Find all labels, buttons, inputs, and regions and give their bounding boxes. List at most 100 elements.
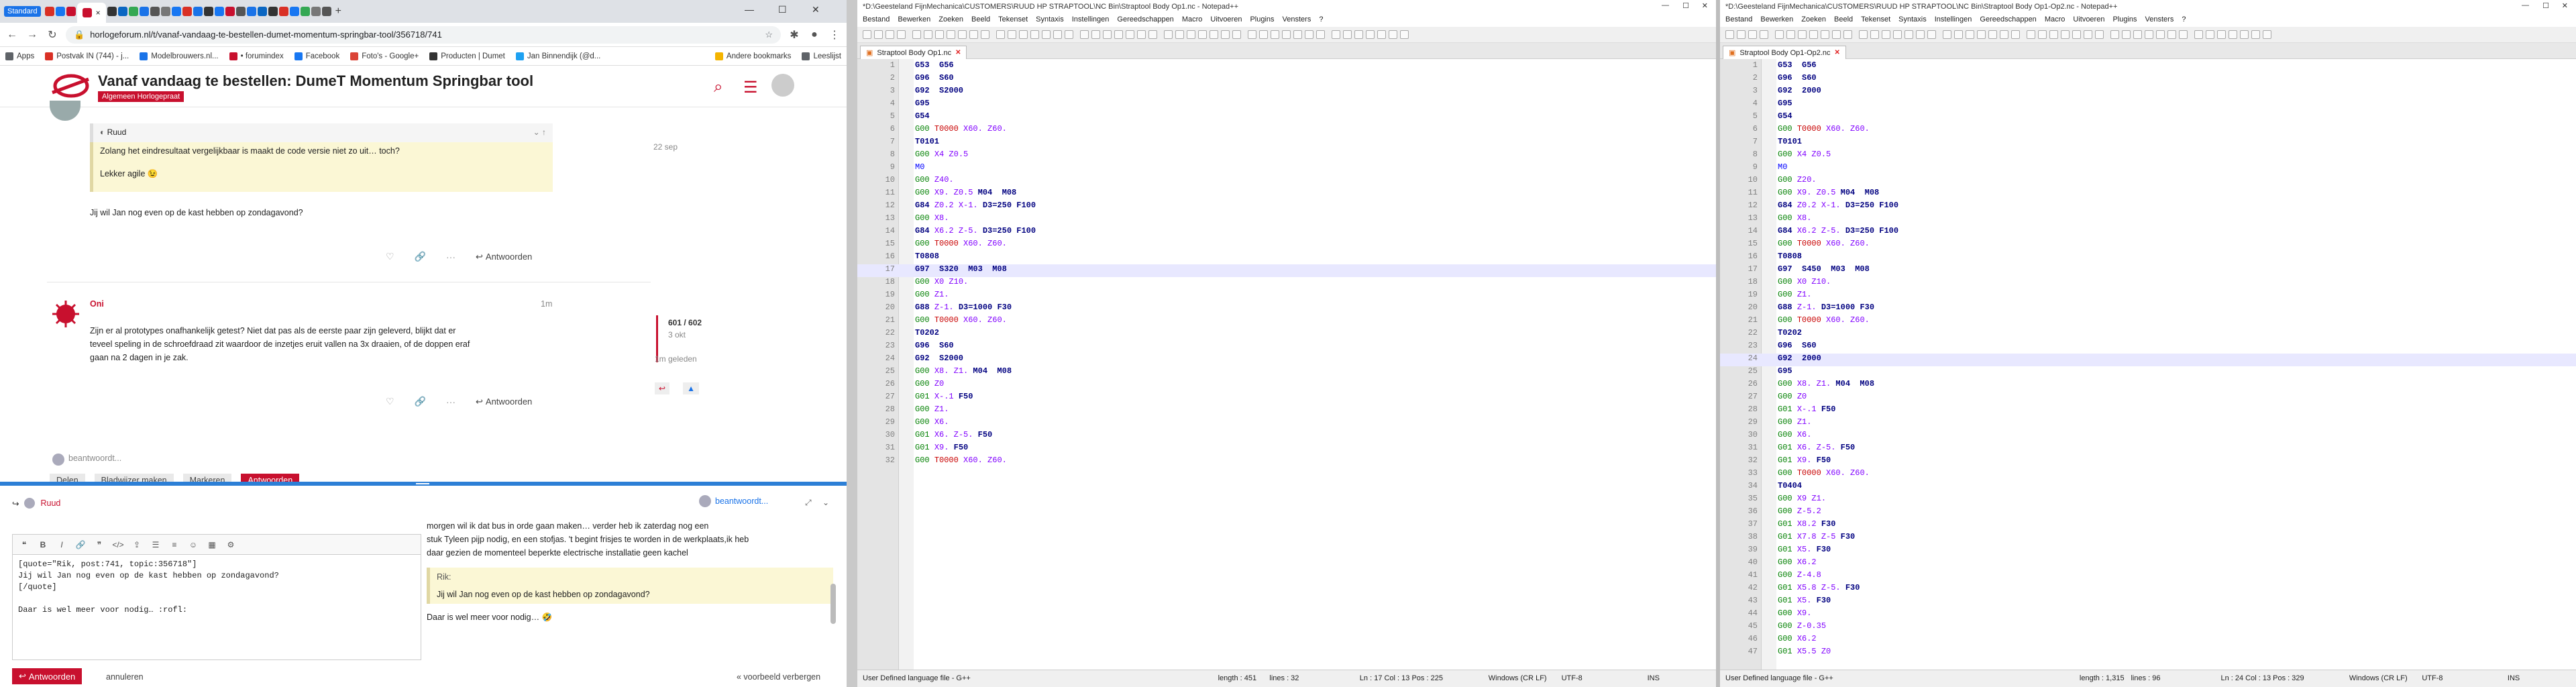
code-line[interactable]: 3 G92 2000 [1720, 86, 2576, 99]
code-line[interactable]: 45 G00 Z-0.35 [1720, 621, 2576, 634]
toolbar-button-icon[interactable] [1354, 30, 1363, 39]
toolbar-button-icon[interactable] [1030, 30, 1039, 39]
tab-icon[interactable] [225, 7, 235, 16]
toolbar-button-icon[interactable] [1042, 30, 1051, 39]
menu-item[interactable]: Syntaxis [1036, 15, 1064, 25]
reply-button[interactable]: ↩ Antwoorden [476, 397, 532, 407]
menu-item[interactable]: Macro [2045, 15, 2065, 25]
toolbar-button-icon[interactable] [1893, 30, 1902, 39]
code-line[interactable]: 1 G53 G56 [1720, 60, 2576, 73]
code-line[interactable]: 24 G92 2000 [1720, 354, 2576, 366]
toolbar-button-icon[interactable] [2049, 30, 2058, 39]
menu-item[interactable]: Instellingen [1072, 15, 1110, 25]
code-line[interactable]: 27 G00 Z0 [1720, 392, 2576, 405]
toolbar-button-icon[interactable] [2206, 30, 2214, 39]
menu-item[interactable]: Bestand [863, 15, 890, 25]
emoji-icon[interactable]: ☺ [187, 540, 199, 549]
tab-icon[interactable] [182, 7, 192, 16]
minimize-icon[interactable]: — [2522, 1, 2529, 9]
toolbar-button-icon[interactable] [1798, 30, 1807, 39]
menu-item[interactable]: Plugins [1250, 15, 1274, 25]
code-line[interactable]: 26 G00 Z0 [857, 379, 1716, 392]
code-line[interactable]: 15 G00 T0000 X60. Z60. [857, 239, 1716, 252]
menu-item[interactable]: ? [1319, 15, 1323, 25]
new-tab-plus-icon[interactable]: + [335, 5, 341, 17]
code-line[interactable]: 27 G01 X-.1 F50 [857, 392, 1716, 405]
toolbar-button-icon[interactable] [2240, 30, 2249, 39]
composer-drag-handle[interactable] [416, 483, 429, 484]
toolbar-button-icon[interactable] [1126, 30, 1134, 39]
toolbar-button-icon[interactable] [1966, 30, 1974, 39]
toolbar-button-icon[interactable] [2027, 30, 2035, 39]
code-line[interactable]: 36 G00 Z-5.2 [1720, 507, 2576, 519]
bookmark-item[interactable]: Modelbrouwers.nl... [140, 52, 219, 60]
code-line[interactable]: 22 T0202 [857, 328, 1716, 341]
tab-icon[interactable] [150, 7, 160, 16]
toolbar-button-icon[interactable] [2038, 30, 2047, 39]
toolbar-button-icon[interactable] [1282, 30, 1291, 39]
code-line[interactable]: 6 G00 T0000 X60. Z60. [857, 124, 1716, 137]
code-line[interactable]: 42 G01 X5.8 Z-5. F30 [1720, 583, 2576, 596]
minimize-icon[interactable]: — [745, 4, 754, 15]
code-line[interactable]: 9 M0 [1720, 162, 2576, 175]
menu-item[interactable]: Zoeken [1801, 15, 1826, 25]
code-line[interactable]: 16 T0808 [857, 252, 1716, 264]
timeline-jump-icon[interactable]: ▲ [683, 382, 699, 394]
toolbar-button-icon[interactable] [1366, 30, 1375, 39]
code-line[interactable]: 7 T0101 [1720, 137, 2576, 150]
toolbar-button-icon[interactable] [1053, 30, 1062, 39]
bookmark-item[interactable]: Leeslijst [802, 52, 841, 60]
toolbar-button-icon[interactable] [1293, 30, 1302, 39]
toolbar-button-icon[interactable] [2263, 30, 2271, 39]
menu-item[interactable]: Syntaxis [1898, 15, 1927, 25]
menu-item[interactable]: Beeld [971, 15, 990, 25]
code-line[interactable]: 3 G92 S2000 [857, 86, 1716, 99]
code-line[interactable]: 4 G95 [1720, 99, 2576, 111]
toolbar-button-icon[interactable] [1137, 30, 1146, 39]
toolbar-button-icon[interactable] [2156, 30, 2165, 39]
bookmark-item[interactable]: Foto's - Google+ [350, 52, 419, 60]
code-line[interactable]: 41 G00 Z-4.8 [1720, 570, 2576, 583]
tab-icon[interactable] [278, 7, 288, 16]
code-line[interactable]: 32 G00 T0000 X60. Z60. [857, 456, 1716, 468]
tab-icon[interactable] [311, 7, 321, 16]
forum-logo-icon[interactable] [50, 72, 91, 99]
date-icon[interactable]: ▦ [206, 540, 218, 549]
menu-item[interactable]: Tekenset [1861, 15, 1890, 25]
tab-close-icon[interactable]: × [96, 8, 101, 17]
like-heart-icon[interactable]: ♡ [386, 251, 394, 262]
tab-icon[interactable] [246, 7, 256, 16]
star-icon[interactable]: ☆ [765, 30, 773, 40]
code-line[interactable]: 22 T0202 [1720, 328, 2576, 341]
code-line[interactable]: 11 G00 X9. Z0.5 M04 M08 [857, 188, 1716, 201]
facebook-tab-icon[interactable] [55, 7, 65, 16]
code-editor[interactable]: 1 G53 G56 2 G96 S60 3 G92 S2000 4 G95 5 G54 6 G00 T… [857, 59, 1716, 670]
toolbar-button-icon[interactable] [885, 30, 894, 39]
toolbar-button-icon[interactable] [1271, 30, 1279, 39]
timeline-position[interactable]: 601 / 602 [668, 318, 702, 327]
toolbar-button-icon[interactable] [1248, 30, 1256, 39]
menu-item[interactable]: Vensters [2145, 15, 2174, 25]
toolbar-button-icon[interactable] [2194, 30, 2203, 39]
bookmark-item[interactable]: Producten | Dumet [429, 52, 505, 60]
code-line[interactable]: 4 G95 [857, 99, 1716, 111]
toolbar-button-icon[interactable] [1916, 30, 1925, 39]
toolbar-button-icon[interactable] [2122, 30, 2131, 39]
toolbar-button-icon[interactable] [947, 30, 955, 39]
code-line[interactable]: 17 G97 S450 M03 M08 [1720, 264, 2576, 277]
toolbar-button-icon[interactable] [1760, 30, 1768, 39]
code-line[interactable]: 25 G00 X8. Z1. M04 M08 [857, 366, 1716, 379]
code-line[interactable]: 19 G00 Z1. [857, 290, 1716, 303]
toolbar-button-icon[interactable] [981, 30, 989, 39]
bookmark-item[interactable]: Jan Binnendijk (@d... [515, 52, 600, 60]
code-line[interactable]: 15 G00 T0000 X60. Z60. [1720, 239, 2576, 252]
bookmark-item[interactable]: Apps [5, 52, 34, 60]
code-line[interactable]: 8 G00 X4 Z0.5 [1720, 150, 2576, 162]
toolbar-button-icon[interactable] [1198, 30, 1207, 39]
toolbar-button-icon[interactable] [2072, 30, 2081, 39]
code-line[interactable]: 32 G01 X9. F50 [1720, 456, 2576, 468]
collapse-icon[interactable]: ⌄ [822, 498, 829, 507]
tab-icon[interactable] [214, 7, 224, 16]
bookmark-item[interactable]: Andere bookmarks [714, 52, 791, 60]
code-line[interactable]: 34 T0404 [1720, 481, 2576, 494]
